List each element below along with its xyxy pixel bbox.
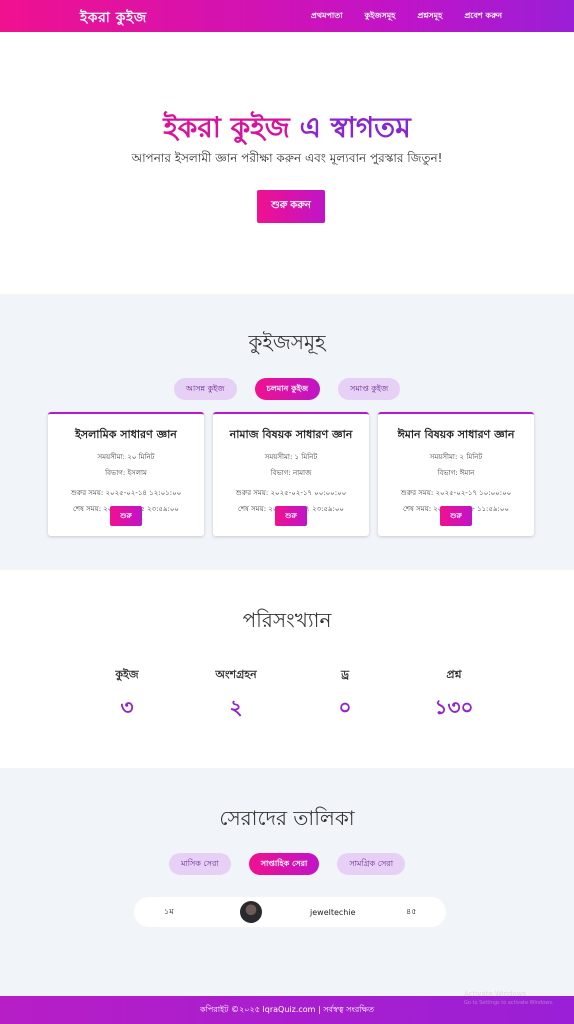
stat-value: ১৩০ [434,695,474,719]
tab-weekly-best[interactable]: সাপ্তাহিক সেরা [248,853,320,875]
leaderboard-row: ১ম jeweltechie ৪৫ [134,897,446,927]
quiz-card-start-time: শুরুর সময়: ২০২৫-০২-১৪ ১২:০১:০০ [70,489,182,497]
stat-participation: অংশগ্রহন ২ [186,666,286,726]
leaderboard-username: jeweltechie [310,907,356,917]
quiz-card-start-time: শুরুর সময়: ২০২৫-০২-১৭ ১০:০০:০০ [400,489,512,497]
tab-monthly-best[interactable]: মাসিক সেরা [168,853,231,875]
quiz-card-title: ইসলামিক সাধারণ জ্ঞান [75,428,177,441]
leaderboard-title: সেরাদের তালিকা [219,806,355,830]
quizzes-section: কুইজসমূহ আসন্ন কুইজ চলমান কুইজ সমাপ্ত কু… [0,294,574,570]
nav-link-login[interactable]: প্রবেশ করুন [464,10,502,23]
watermark-title: Activate Windows [464,990,527,998]
stat-label: প্রশ্ন [446,668,462,681]
tab-ongoing-quiz[interactable]: চলমান কুইজ [254,378,321,400]
hero-section: ইকরা কুইজ এ স্বাগতম আপনার ইসলামী জ্ঞান প… [0,32,574,294]
stat-value: ২ [229,695,243,719]
quiz-card: ইসলামিক সাধারণ জ্ঞান সময়সীমা: ২০ মিনিট … [48,412,204,536]
quizzes-title: কুইজসমূহ [248,330,326,354]
leaderboard-tabs: মাসিক সেরা সাপ্তাহিক সেরা সামগ্রিক সেরা [0,853,574,875]
navbar: ইকরা কুইজ প্রথমপাতা কুইজসমূহ প্রশ্নসমূহ … [0,0,574,32]
hero-title: ইকরা কুইজ এ স্বাগতম [0,106,574,153]
quiz-card-category: বিভাগ: ঈমান [437,469,475,477]
quiz-start-button[interactable]: শুরু [275,506,307,526]
quiz-card: ঈমান বিষয়ক সাধারণ জ্ঞান সময়সীমা: ২ মিন… [378,412,534,536]
tab-overall-best[interactable]: সামগ্রিক সেরা [337,853,406,875]
quiz-card-title: ঈমান বিষয়ক সাধারণ জ্ঞান [397,428,515,441]
stat-quiz: কুইজ ৩ [77,666,177,726]
stat-label: ড্র [340,668,350,681]
quiz-card-time-limit: সময়সীমা: ২০ মিনিট [97,453,155,461]
stat-label: কুইজ [115,668,139,681]
quiz-card-time-limit: সময়সীমা: ২ মিনিট [429,453,483,461]
leaderboard-score: ৪৫ [406,906,417,916]
quiz-card-time-limit: সময়সীমা: ১ মিনিট [264,453,318,461]
hero-title-rest: এ স্বাগতম [289,111,411,144]
quiz-card-category: বিভাগ: ইসলাম [105,469,147,477]
tab-finished-quiz[interactable]: সমাপ্ত কুইজ [338,378,401,400]
quiz-cards: ইসলামিক সাধারণ জ্ঞান সময়সীমা: ২০ মিনিট … [48,412,534,536]
stat-questions: প্রশ্ন ১৩০ [404,666,504,726]
quiz-card-title: নামাজ বিষয়ক সাধারণ জ্ঞান [229,428,353,441]
quiz-start-button[interactable]: শুরু [440,506,472,526]
watermark-subtitle: Go to Settings to activate Windows. [464,1000,554,1006]
quiz-card: নামাজ বিষয়ক সাধারণ জ্ঞান সময়সীমা: ১ মি… [213,412,369,536]
start-button[interactable]: শুরু করুন [257,190,325,223]
hero-subtitle: আপনার ইসলামী জ্ঞান পরীক্ষা করুন এবং মূল্… [131,151,443,165]
activate-windows-watermark: Activate Windows Go to Settings to activ… [464,990,554,1008]
tab-upcoming-quiz[interactable]: আসন্ন কুইজ [173,378,237,400]
statistics-title: পরিসংখ্যান [242,608,332,632]
leaderboard-section: সেরাদের তালিকা মাসিক সেরা সাপ্তাহিক সেরা… [0,768,574,996]
quiz-tabs: আসন্ন কুইজ চলমান কুইজ সমাপ্ত কুইজ [0,378,574,400]
nav-link-home[interactable]: প্রথমপাতা [311,10,343,23]
quiz-card-start-time: শুরুর সময়: ২০২৫-০২-১৭ ০০:০০:০০ [235,489,347,497]
footer-copyright: কপিরাইট ©২০২৫ IqraQuiz.com | সর্বস্বত্ব … [199,1004,374,1014]
nav-link-quizzes[interactable]: কুইজসমূহ [365,10,396,23]
nav-links: প্রথমপাতা কুইজসমূহ প্রশ্নসমূহ প্রবেশ করু… [311,0,502,32]
quiz-start-button[interactable]: শুরু [110,506,142,526]
hero-title-brand: ইকরা কুইজ [163,111,290,144]
statistics-section: পরিসংখ্যান কুইজ ৩ অংশগ্রহন ২ ড্র ০ প্রশ্… [0,570,574,768]
stat-label: অংশগ্রহন [215,668,257,681]
stat-value: ৩ [120,695,134,719]
quiz-card-category: বিভাগ: নামাজ [270,469,312,477]
avatar [240,901,262,923]
site-logo[interactable]: ইকরা কুইজ [80,6,147,30]
stat-draw: ড্র ০ [295,666,395,726]
leaderboard-rank: ১ম [164,906,174,916]
stat-value: ০ [338,695,352,719]
nav-link-questions[interactable]: প্রশ্নসমূহ [417,10,442,23]
